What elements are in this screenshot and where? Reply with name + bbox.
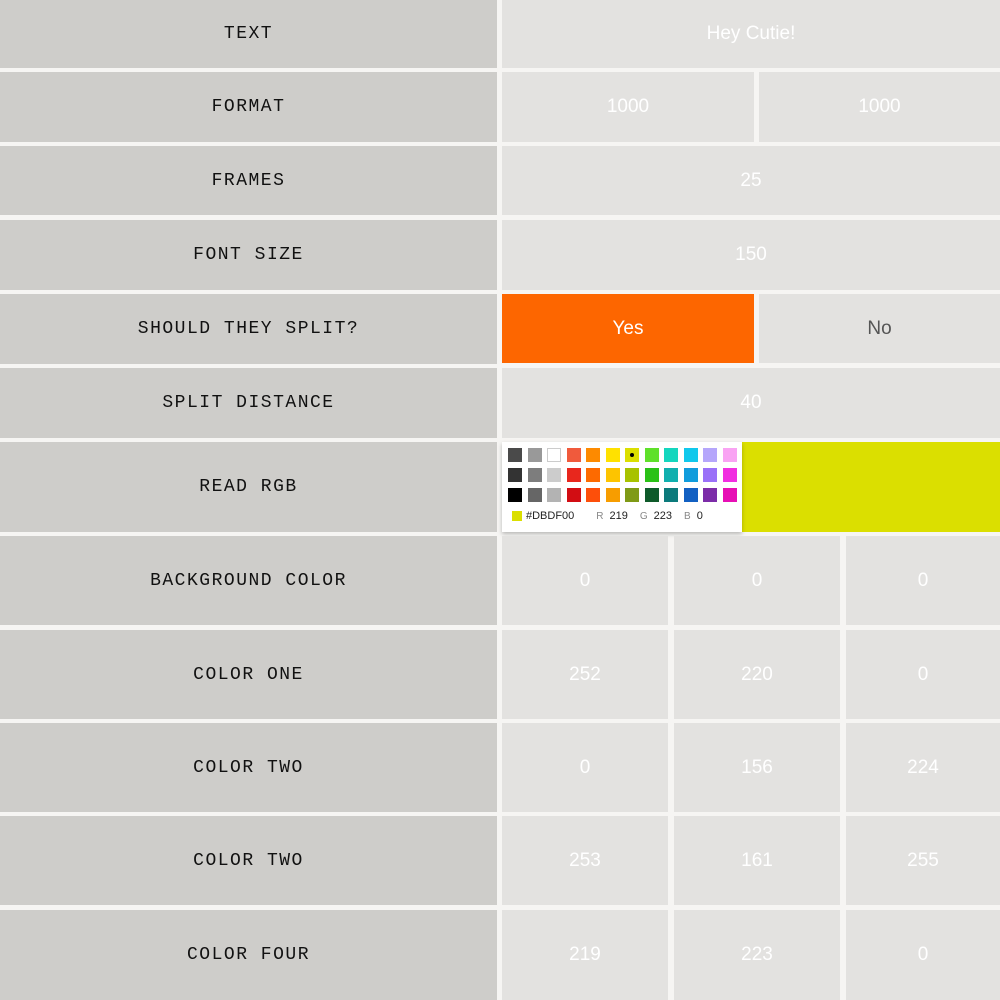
color-swatch[interactable] (566, 488, 581, 502)
color-swatch[interactable] (722, 448, 737, 462)
color-swatch[interactable] (566, 468, 581, 482)
color-swatch[interactable] (527, 448, 542, 462)
current-color-chip (512, 511, 522, 521)
color-four-b-input[interactable]: 0 (846, 910, 1000, 1000)
color-preview-swatch[interactable] (742, 442, 1000, 532)
color-swatch[interactable] (586, 468, 600, 482)
color-swatch[interactable] (722, 488, 737, 502)
hex-value[interactable]: #DBDF00 (526, 510, 574, 522)
color-swatch[interactable] (683, 448, 698, 462)
color-three-b-input[interactable]: 255 (846, 816, 1000, 905)
swatch-grid (508, 448, 737, 502)
format-height-input[interactable]: 1000 (759, 72, 1000, 142)
background-color-r-input[interactable]: 0 (502, 536, 668, 625)
color-swatch[interactable] (683, 468, 698, 482)
label-format: FORMAT (0, 72, 497, 142)
format-width-input[interactable]: 1000 (502, 72, 754, 142)
color-swatch[interactable] (703, 488, 717, 502)
split-distance-input[interactable]: 40 (502, 368, 1000, 438)
color-picker-popup[interactable]: #DBDF00 R 219 G 223 B 0 (502, 442, 742, 532)
label-split-distance: SPLIT DISTANCE (0, 368, 497, 438)
b-value[interactable]: 0 (697, 510, 703, 522)
color-swatch[interactable] (547, 488, 561, 502)
split-yes-button[interactable]: Yes (502, 294, 754, 363)
color-swatch[interactable] (703, 448, 717, 462)
b-key: B (684, 510, 691, 522)
color-swatch[interactable] (566, 448, 581, 462)
color-two-g-input[interactable]: 156 (674, 723, 840, 812)
color-swatch[interactable] (703, 468, 717, 482)
font-size-input[interactable]: 150 (502, 220, 1000, 290)
color-swatch[interactable] (664, 468, 678, 482)
split-no-button[interactable]: No (759, 294, 1000, 363)
color-swatch[interactable] (644, 488, 659, 502)
color-swatch[interactable] (625, 468, 639, 482)
color-swatch[interactable] (508, 468, 522, 482)
color-swatch[interactable] (605, 448, 620, 462)
color-four-g-input[interactable]: 223 (674, 910, 840, 1000)
label-font-size: FONT SIZE (0, 220, 497, 290)
label-read-rgb: READ RGB (0, 442, 497, 532)
label-color-three: COLOR TWO (0, 816, 497, 905)
color-swatch[interactable] (605, 468, 620, 482)
color-swatch[interactable] (527, 488, 542, 502)
color-swatch[interactable] (625, 488, 639, 502)
r-key: R (596, 510, 604, 522)
color-swatch[interactable] (547, 448, 561, 462)
color-swatch[interactable] (722, 468, 737, 482)
color-readout: #DBDF00 R 219 G 223 B 0 (512, 509, 715, 523)
label-should-split: SHOULD THEY SPLIT? (0, 294, 497, 364)
color-swatch[interactable] (605, 488, 620, 502)
color-one-g-input[interactable]: 220 (674, 630, 840, 719)
label-color-four: COLOR FOUR (0, 910, 497, 1000)
color-one-r-input[interactable]: 252 (502, 630, 668, 719)
color-two-b-input[interactable]: 224 (846, 723, 1000, 812)
label-frames: FRAMES (0, 146, 497, 215)
color-three-r-input[interactable]: 253 (502, 816, 668, 905)
color-swatch[interactable] (664, 448, 678, 462)
frames-input[interactable]: 25 (502, 146, 1000, 215)
color-swatch[interactable] (547, 468, 561, 482)
g-value[interactable]: 223 (654, 510, 672, 522)
color-swatch[interactable] (644, 468, 659, 482)
color-swatch[interactable] (625, 448, 639, 462)
g-key: G (639, 510, 648, 522)
label-color-two: COLOR TWO (0, 723, 497, 812)
color-swatch[interactable] (664, 488, 678, 502)
label-color-one: COLOR ONE (0, 630, 497, 719)
color-two-r-input[interactable]: 0 (502, 723, 668, 812)
color-one-b-input[interactable]: 0 (846, 630, 1000, 719)
color-three-g-input[interactable]: 161 (674, 816, 840, 905)
r-value[interactable]: 219 (610, 510, 628, 522)
color-swatch[interactable] (586, 448, 600, 462)
label-text: TEXT (0, 0, 497, 68)
text-input[interactable]: Hey Cutie! (502, 0, 1000, 68)
color-swatch[interactable] (527, 468, 542, 482)
background-color-b-input[interactable]: 0 (846, 536, 1000, 625)
color-swatch[interactable] (508, 448, 522, 462)
color-swatch[interactable] (586, 488, 600, 502)
color-swatch[interactable] (683, 488, 698, 502)
label-background-color: BACKGROUND COLOR (0, 536, 497, 625)
color-four-r-input[interactable]: 219 (502, 910, 668, 1000)
color-swatch[interactable] (644, 448, 659, 462)
color-swatch[interactable] (508, 488, 522, 502)
background-color-g-input[interactable]: 0 (674, 536, 840, 625)
